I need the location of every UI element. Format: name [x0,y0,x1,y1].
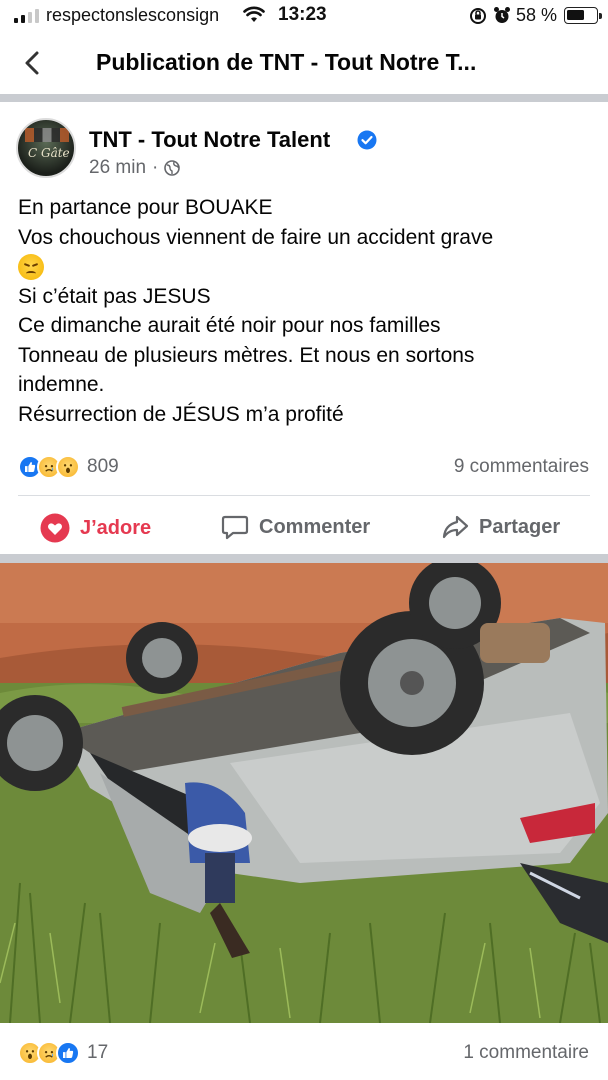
avatar-photo-strip [25,128,69,142]
next-post-reactions[interactable]: 17 [18,1041,108,1065]
post-line: Vos chouchous viennent de faire un accid… [18,225,494,249]
page-name[interactable]: TNT - Tout Notre Talent [89,127,330,153]
status-bar: respectonslesconsign 13:23 58 % [0,0,608,32]
heart-icon [40,513,70,543]
divider [18,495,590,496]
wow-icon [56,455,80,479]
post-line: Tonneau de plusieurs mètres. Et nous en … [18,343,475,367]
orientation-lock-icon [470,8,486,24]
clock: 13:23 [278,4,327,25]
post-time[interactable]: 26 min [89,157,146,179]
cellular-signal-icon [14,9,39,23]
overturned-car-image [0,563,608,1023]
comments-count[interactable]: 1 commentaire [463,1042,589,1064]
reaction-count[interactable]: 17 [87,1042,108,1064]
comment-icon [221,515,249,540]
share-label: Partager [479,515,561,538]
divider [0,554,608,563]
avatar-logo-text: C Gâte [28,146,70,160]
post-line: Si c’était pas JESUS [18,284,211,308]
reactions-summary[interactable]: 809 [18,455,119,479]
love-button[interactable]: J’adore [40,513,151,543]
share-icon [442,515,469,539]
reaction-count[interactable]: 809 [87,456,119,478]
post-meta: 26 min · [89,157,181,179]
verified-badge-icon [357,130,377,150]
post-line: Résurrection de JÉSUS m’a profité [18,402,344,426]
back-arrow-icon[interactable] [18,48,48,78]
battery-percentage: 58 % [516,5,558,25]
meta-separator: · [152,157,159,178]
nav-header: Publication de TNT - Tout Notre T... [0,34,608,92]
like-icon [56,1041,80,1065]
page-title: Publication de TNT - Tout Notre T... [96,49,477,75]
alarm-icon [494,7,510,23]
disappointed-face-icon [18,254,44,281]
post-text: En partance pour BOUAKE Vos chouchous vi… [18,193,593,429]
post-photo[interactable] [0,563,608,1023]
comment-label: Commenter [259,515,371,538]
comment-button[interactable]: Commenter [221,513,370,541]
post-line: Ce dimanche aurait été noir pour nos fam… [18,314,441,337]
post-line: En partance pour BOUAKE [18,196,273,219]
love-label: J’adore [80,516,152,539]
battery-icon [564,7,602,24]
post-actions: J’adore Commenter Partager [0,505,608,547]
divider [0,94,608,102]
comments-count[interactable]: 9 commentaires [454,456,589,478]
carrier-name: respectonslesconsign [46,5,220,25]
wifi-icon [243,6,265,22]
post-line: indemne. [18,373,105,396]
post-line-emoji [18,252,593,282]
avatar[interactable]: C Gâte [16,118,76,178]
globe-icon [164,160,181,176]
share-button[interactable]: Partager [441,513,560,541]
